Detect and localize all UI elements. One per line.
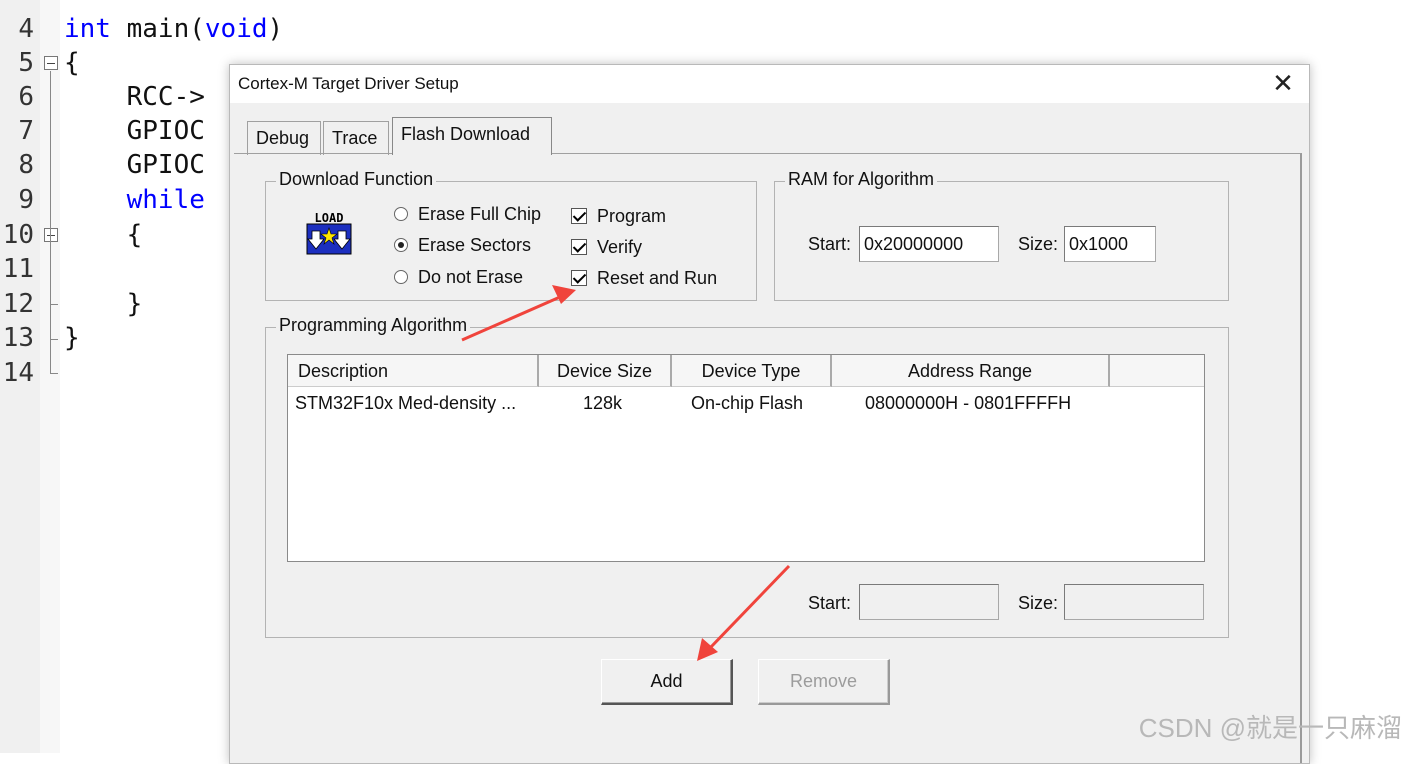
- checkbox-checked-icon: [571, 239, 587, 255]
- fold-guide: [50, 339, 58, 340]
- column-header-address-range[interactable]: Address Range: [832, 355, 1110, 387]
- checkbox-checked-icon: [571, 208, 587, 224]
- programming-algorithm-group: Programming Algorithm Description Device…: [265, 315, 1229, 638]
- checkbox-checked-icon: [571, 270, 587, 286]
- code-text: }: [64, 323, 80, 353]
- fold-toggle-icon[interactable]: [44, 56, 58, 70]
- line-number: 6: [18, 82, 34, 112]
- ram-for-algorithm-group: RAM for Algorithm Start: Size:: [774, 169, 1229, 301]
- checkbox-program[interactable]: Program: [571, 206, 666, 227]
- code-text: while: [64, 185, 205, 215]
- dialog-titlebar[interactable]: Cortex-M Target Driver Setup ✕: [230, 65, 1309, 103]
- code-line: 4 int main(void): [0, 12, 700, 46]
- ram-for-algorithm-label: RAM for Algorithm: [785, 169, 938, 190]
- cell-device-type: On-chip Flash: [691, 393, 804, 413]
- line-number: 10: [2, 220, 34, 250]
- ram-start-label: Start:: [808, 234, 852, 254]
- fold-guide: [50, 71, 51, 373]
- line-number: 9: [18, 185, 34, 215]
- column-header-description[interactable]: Description: [288, 355, 539, 387]
- close-icon[interactable]: ✕: [1257, 65, 1309, 103]
- download-function-label: Download Function: [276, 169, 437, 190]
- line-number: 8: [18, 150, 34, 180]
- ram-size-input[interactable]: [1064, 226, 1156, 262]
- radio-erase-sectors[interactable]: Erase Sectors: [394, 235, 531, 256]
- tab-flash-download[interactable]: Flash Download: [392, 117, 552, 155]
- tab-debug[interactable]: Debug: [247, 121, 321, 155]
- add-button[interactable]: Add: [601, 659, 733, 705]
- code-text: {: [64, 48, 80, 78]
- radio-selected-icon: [394, 238, 408, 252]
- dialog-title: Cortex-M Target Driver Setup: [238, 74, 459, 93]
- radio-icon: [394, 207, 408, 221]
- checkbox-reset-and-run[interactable]: Reset and Run: [571, 268, 717, 289]
- programming-algorithm-label: Programming Algorithm: [276, 315, 471, 336]
- radio-icon: [394, 270, 408, 284]
- load-icon: LOAD: [306, 211, 352, 255]
- checkbox-verify[interactable]: Verify: [571, 237, 642, 258]
- cell-device-size: 128k: [583, 393, 623, 413]
- line-number: 12: [2, 289, 34, 319]
- line-number: 7: [18, 116, 34, 146]
- code-text: }: [64, 289, 143, 319]
- remove-button[interactable]: Remove: [758, 659, 890, 705]
- ram-start-input[interactable]: [859, 226, 999, 262]
- column-header-empty: [1110, 355, 1204, 387]
- line-number: 13: [2, 323, 34, 353]
- line-number: 11: [2, 254, 34, 284]
- column-header-device-type[interactable]: Device Type: [672, 355, 832, 387]
- code-text: GPIOC: [64, 116, 205, 146]
- line-number: 4: [18, 14, 34, 44]
- radio-erase-full-chip[interactable]: Erase Full Chip: [394, 204, 541, 225]
- algo-size-input[interactable]: [1064, 584, 1204, 620]
- code-text: GPIOC: [64, 150, 205, 180]
- tab-trace[interactable]: Trace: [323, 121, 389, 155]
- svg-text:LOAD: LOAD: [315, 211, 344, 225]
- algorithm-list[interactable]: Description Device Size Device Type Addr…: [287, 354, 1205, 562]
- fold-guide: [50, 373, 58, 374]
- download-function-group: Download Function LOAD Erase Full Chip E…: [265, 169, 757, 301]
- algo-start-label: Start:: [808, 593, 852, 613]
- column-header-device-size[interactable]: Device Size: [539, 355, 672, 387]
- code-text: RCC->: [64, 82, 205, 112]
- code-text: {: [64, 220, 143, 250]
- cell-address-range: 08000000H - 0801FFFFH: [865, 393, 1072, 413]
- line-number: 5: [18, 48, 34, 78]
- code-text: int main(void): [64, 14, 284, 44]
- line-number: 14: [2, 358, 34, 388]
- watermark: CSDN @就是一只麻溜: [1138, 713, 1402, 743]
- algo-size-label: Size:: [1018, 593, 1059, 613]
- table-row[interactable]: STM32F10x Med-density ... 128k On-chip F…: [288, 391, 1204, 421]
- ram-size-label: Size:: [1018, 234, 1059, 254]
- fold-guide: [50, 304, 58, 305]
- fold-toggle-icon[interactable]: [44, 228, 58, 242]
- target-driver-setup-dialog: Cortex-M Target Driver Setup ✕ Debug Tra…: [229, 64, 1310, 764]
- cell-description: STM32F10x Med-density ...: [295, 393, 517, 413]
- algo-start-input[interactable]: [859, 584, 999, 620]
- radio-do-not-erase[interactable]: Do not Erase: [394, 267, 523, 288]
